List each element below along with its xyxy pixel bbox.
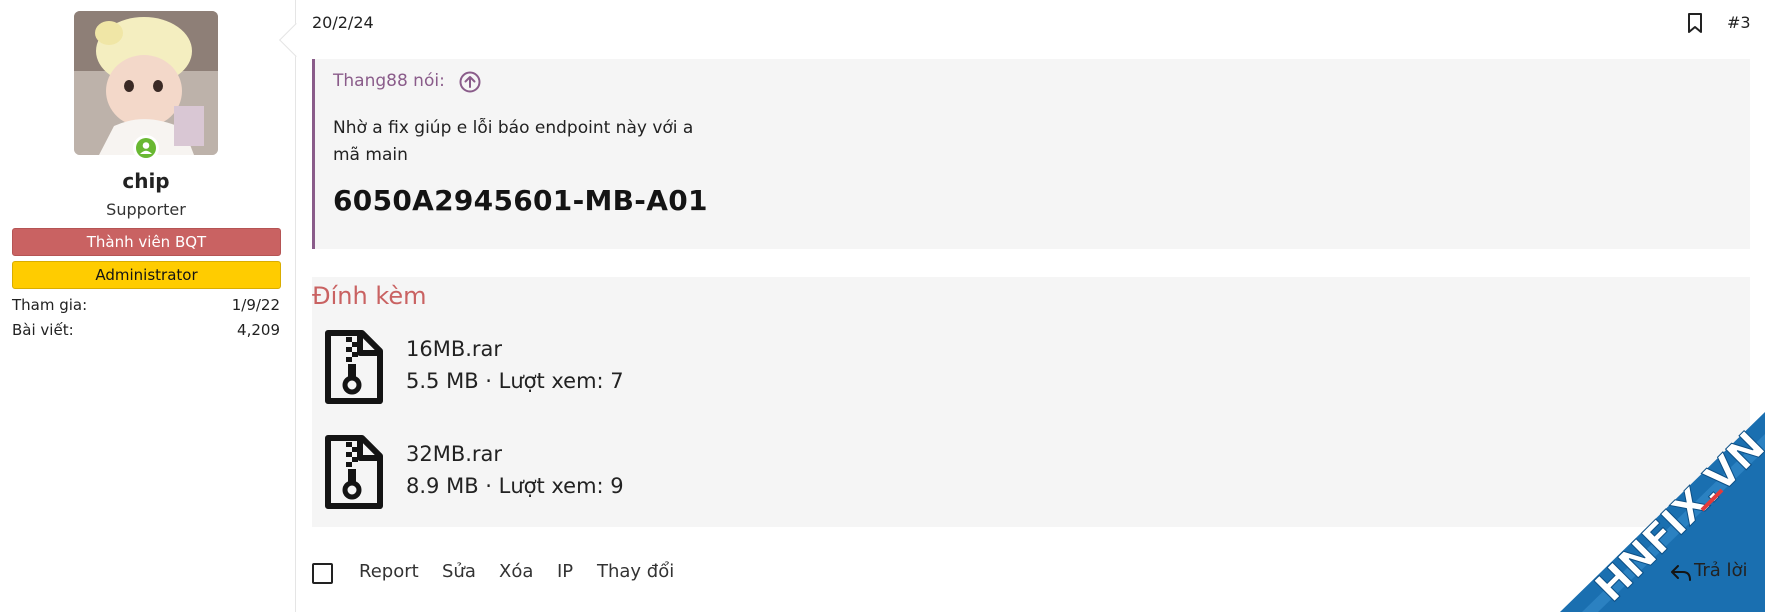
quote-heading: 6050A2945601-MB-A01 — [333, 184, 708, 217]
reply-label[interactable]: Trả lời — [1694, 560, 1748, 581]
post-date[interactable]: 20/2/24 — [312, 13, 374, 32]
attachment-item[interactable]: 16MB.rar 5.5 MB · Lượt xem: 7 — [324, 327, 724, 407]
report-link[interactable]: Report — [359, 561, 419, 582]
attachments-title: Đính kèm — [312, 282, 427, 310]
quote-header: Thang88 nói: — [315, 59, 1750, 104]
history-link[interactable]: Thay đổi — [597, 561, 674, 582]
quote-line: Nhờ a fix giúp e lỗi báo endpoint này vớ… — [333, 118, 694, 138]
zip-file-icon[interactable] — [324, 329, 384, 405]
attachment-meta: 8.9 MB · Lượt xem: 9 — [406, 474, 624, 498]
stat-posts: Bài viết: 4,209 — [12, 321, 280, 343]
quote-text: Nhờ a fix giúp e lỗi báo endpoint này vớ… — [333, 115, 753, 169]
attachment-item[interactable]: 32MB.rar 8.9 MB · Lượt xem: 9 — [324, 432, 724, 512]
attachment-name[interactable]: 16MB.rar — [406, 337, 502, 361]
username[interactable]: chip — [12, 169, 280, 193]
zip-file-icon[interactable] — [324, 434, 384, 510]
reply-icon[interactable] — [1670, 563, 1692, 583]
stat-value: 4,209 — [237, 321, 280, 339]
user-banner-admin: Administrator — [12, 261, 281, 289]
hnfix-watermark-logo: HNFIX.VN — [1560, 412, 1765, 612]
attachments-block: Đính kèm 16MB.rar 5.5 MB · Lượt xem: 7 3… — [312, 277, 1750, 527]
user-banner-staff: Thành viên BQT — [12, 228, 281, 256]
edit-link[interactable]: Sửa — [442, 561, 476, 582]
online-status-icon — [133, 135, 159, 161]
quote-line: mã main — [333, 145, 408, 165]
quote-block: Thang88 nói: Nhờ a fix giúp e lỗi báo en… — [312, 59, 1750, 249]
delete-link[interactable]: Xóa — [499, 561, 533, 582]
post-number[interactable]: #3 — [1727, 13, 1751, 32]
avatar[interactable] — [74, 11, 218, 155]
bookmark-icon[interactable] — [1685, 12, 1705, 34]
ip-link[interactable]: IP — [557, 561, 573, 582]
user-title: Supporter — [106, 200, 186, 219]
stat-joined: Tham gia: 1/9/22 — [12, 296, 280, 318]
quote-author[interactable]: Thang88 nói: — [333, 71, 445, 91]
select-checkbox[interactable] — [312, 563, 333, 584]
stat-value: 1/9/22 — [231, 296, 280, 314]
stat-label: Tham gia: — [12, 296, 88, 314]
attachment-name[interactable]: 32MB.rar — [406, 442, 502, 466]
arrow-up-circle-icon[interactable] — [458, 70, 482, 94]
user-info-panel: chip Supporter Thành viên BQT Administra… — [0, 0, 296, 612]
stat-label: Bài viết: — [12, 321, 74, 339]
attachment-meta: 5.5 MB · Lượt xem: 7 — [406, 369, 624, 393]
